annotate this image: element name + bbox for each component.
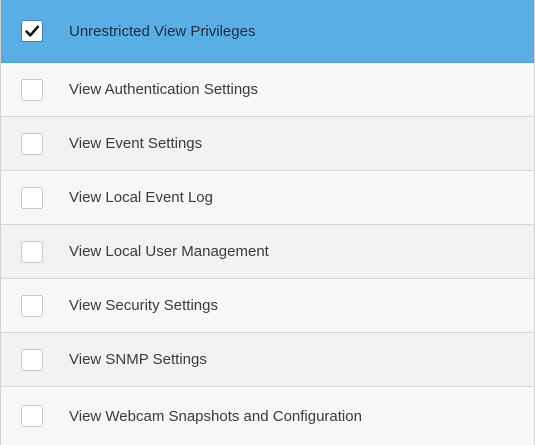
privilege-label: Unrestricted View Privileges: [69, 22, 256, 40]
privilege-checkbox-view-authentication-settings[interactable]: [21, 78, 43, 101]
privilege-row-unrestricted-view[interactable]: Unrestricted View Privileges: [1, 0, 534, 63]
privilege-row-view-authentication-settings[interactable]: View Authentication Settings: [1, 63, 534, 117]
privilege-checkbox-view-local-user-management[interactable]: [21, 240, 43, 263]
privilege-checkbox-view-webcam-snapshots[interactable]: [21, 405, 43, 427]
privilege-checkbox-view-local-event-log[interactable]: [21, 186, 43, 209]
privilege-label: View Event Settings: [69, 135, 203, 152]
privilege-label: View Local User Management: [69, 243, 269, 260]
privilege-label: View SNMP Settings: [69, 351, 207, 368]
privilege-row-view-security-settings[interactable]: View Security Settings: [1, 279, 534, 333]
privilege-row-view-webcam-snapshots[interactable]: View Webcam Snapshots and Configuration: [1, 387, 534, 445]
privilege-checkbox-view-security-settings[interactable]: [21, 294, 43, 317]
privilege-row-view-snmp-settings[interactable]: View SNMP Settings: [1, 333, 534, 387]
privilege-checkbox-unrestricted-view[interactable]: [21, 20, 43, 42]
privilege-label: View Local Event Log: [69, 189, 213, 206]
privilege-row-view-event-settings[interactable]: View Event Settings: [1, 117, 534, 171]
privilege-row-view-local-user-management[interactable]: View Local User Management: [1, 225, 534, 279]
checkmark-icon: [25, 25, 40, 37]
privilege-label: View Authentication Settings: [69, 81, 259, 98]
privilege-row-view-local-event-log[interactable]: View Local Event Log: [1, 171, 534, 225]
privilege-checkbox-view-snmp-settings[interactable]: [21, 348, 43, 371]
privilege-label: View Security Settings: [69, 297, 218, 314]
privilege-checkbox-view-event-settings[interactable]: [21, 132, 43, 155]
privilege-label: View Webcam Snapshots and Configuration: [69, 407, 362, 425]
privilege-list: Unrestricted View Privileges View Authen…: [0, 0, 535, 445]
